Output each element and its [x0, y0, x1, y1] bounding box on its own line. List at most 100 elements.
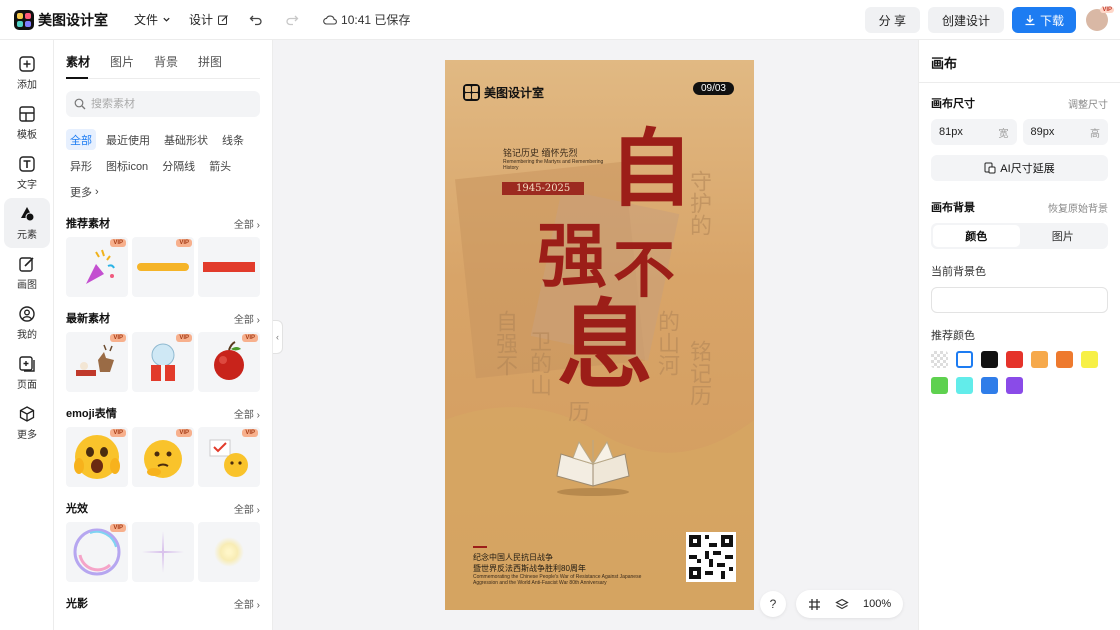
- current-bg-swatch[interactable]: [931, 287, 1108, 313]
- nav-item-label: 画图: [17, 280, 37, 291]
- tab-collage[interactable]: 拼图: [198, 53, 222, 73]
- zoom-level[interactable]: 100%: [863, 598, 891, 610]
- color-swatch[interactable]: [1006, 351, 1023, 368]
- chip-dividers[interactable]: 分隔线: [158, 155, 199, 176]
- poster-date-badge: 09/03: [692, 82, 734, 95]
- help-button[interactable]: ?: [760, 591, 786, 617]
- nav-item-pages[interactable]: 页面: [0, 348, 54, 398]
- shapes-icon: [21, 207, 35, 222]
- create-design-button[interactable]: 创建设计: [927, 7, 1004, 33]
- color-swatch[interactable]: [956, 377, 973, 394]
- color-swatch[interactable]: [931, 351, 948, 368]
- poster-logo: 美图设计室: [463, 84, 544, 101]
- asset-thumb-snow-globe-gift[interactable]: VIP: [132, 332, 194, 392]
- nav-item-templates[interactable]: 模板: [0, 98, 54, 148]
- color-swatch[interactable]: [981, 377, 998, 394]
- panel-divider: [919, 82, 1120, 83]
- ai-resize-button[interactable]: AI尺寸延展: [931, 155, 1108, 181]
- poster-caption: 纪念中国人民抗日战争 暨世界反法西斯战争胜利80周年 Commemorating…: [473, 546, 663, 586]
- share-button[interactable]: 分 享: [864, 7, 920, 33]
- file-menu[interactable]: 文件: [134, 11, 171, 28]
- height-unit: 高: [1090, 128, 1100, 140]
- draw-icon: [19, 257, 34, 272]
- top-bar: 美图设计室 文件 设计 10:41 已保存 分 享 创建设计 下载 VIP: [0, 0, 1120, 40]
- color-swatch[interactable]: [1056, 351, 1073, 368]
- current-bg-label: 当前背景色: [931, 266, 986, 278]
- chip-all[interactable]: 全部: [66, 129, 96, 150]
- chip-arrows[interactable]: 箭头: [205, 155, 235, 176]
- tab-images[interactable]: 图片: [110, 53, 134, 73]
- nav-item-elements[interactable]: 元素: [4, 198, 50, 248]
- nav-item-draw[interactable]: 画图: [0, 248, 54, 298]
- avatar[interactable]: VIP: [1086, 7, 1114, 31]
- asset-thumb-apple[interactable]: VIP: [198, 332, 260, 392]
- asset-thumb-red-bar[interactable]: [198, 237, 260, 297]
- chip-basic-shapes[interactable]: 基础形状: [160, 129, 212, 150]
- canvas-bg-label: 画布背景: [931, 202, 975, 214]
- poster-caption-line1: 纪念中国人民抗日战争: [473, 553, 553, 562]
- section-all-link[interactable]: 全部 ›: [234, 311, 260, 326]
- chip-more-label: 更多: [70, 186, 92, 199]
- grid-icon[interactable]: [808, 598, 821, 611]
- section-all-label: 全部: [233, 219, 254, 231]
- poster-subheading-cn: 铭记历史 缅怀先烈: [503, 148, 578, 158]
- poster-canvas[interactable]: 自强不 卫的山 历 铭记历 守护的 的山河 美图设计室 09/03 铭记历史 缅…: [445, 60, 754, 610]
- asset-thumb-glow[interactable]: [198, 522, 260, 582]
- asset-thumb-checklist-emoji[interactable]: VIP: [198, 427, 260, 487]
- search-box[interactable]: [66, 91, 260, 117]
- asset-thumb-thinking-emoji[interactable]: VIP: [132, 427, 194, 487]
- color-swatch[interactable]: [1081, 351, 1098, 368]
- design-menu[interactable]: 设计: [189, 11, 229, 28]
- undo-icon[interactable]: [247, 11, 265, 29]
- asset-panel: 素材 图片 背景 拼图 全部 最近使用 基础形状 线条 异形 图标icon 分隔…: [54, 40, 273, 630]
- bg-type-image[interactable]: 图片: [1020, 225, 1107, 247]
- asset-thumb-bubble[interactable]: VIP: [66, 522, 128, 582]
- asset-thumb-party-popper[interactable]: VIP: [66, 237, 128, 297]
- download-button[interactable]: 下载: [1011, 7, 1076, 33]
- tab-materials[interactable]: 素材: [66, 53, 90, 79]
- chevron-left-icon: ‹: [276, 332, 279, 342]
- asset-thumb-reindeer-sleigh[interactable]: VIP: [66, 332, 128, 392]
- section-title: 最新素材: [66, 313, 110, 325]
- bg-type-color[interactable]: 颜色: [933, 225, 1020, 247]
- section-all-link[interactable]: 全部 ›: [234, 501, 260, 516]
- restore-bg-link[interactable]: 恢复原始背景: [1048, 200, 1108, 215]
- width-field[interactable]: 81px 宽: [931, 119, 1017, 145]
- asset-thumb-sparkle[interactable]: [132, 522, 194, 582]
- section-all-link[interactable]: 全部 ›: [234, 406, 260, 421]
- nav-item-add[interactable]: 添加: [0, 48, 54, 98]
- redo-icon[interactable]: [283, 11, 301, 29]
- ghost-text-column: 卫的山: [526, 330, 551, 396]
- color-swatch[interactable]: [981, 351, 998, 368]
- chip-more[interactable]: 更多 ›: [66, 181, 103, 202]
- app-logo[interactable]: 美图设计室: [14, 9, 108, 30]
- section-all-link[interactable]: 全部 ›: [234, 216, 260, 231]
- color-swatch[interactable]: [931, 377, 948, 394]
- asset-thumb-yellow-stroke[interactable]: VIP: [132, 237, 194, 297]
- tab-backgrounds[interactable]: 背景: [154, 53, 178, 73]
- chip-lines[interactable]: 线条: [218, 129, 248, 150]
- nav-item-label: 元素: [17, 230, 37, 241]
- chip-icons[interactable]: 图标icon: [102, 155, 152, 176]
- color-swatch[interactable]: [1031, 351, 1048, 368]
- app-name: 美图设计室: [38, 11, 108, 28]
- chip-recent[interactable]: 最近使用: [102, 129, 154, 150]
- chip-irregular[interactable]: 异形: [66, 155, 96, 176]
- height-field[interactable]: 89px 高: [1022, 119, 1108, 145]
- layers-icon[interactable]: [835, 598, 849, 611]
- color-swatch[interactable]: [956, 351, 973, 368]
- canvas-toolbar: ? 100%: [760, 590, 904, 618]
- asset-thumb-shocked-emoji[interactable]: VIP: [66, 427, 128, 487]
- section-emoji: emoji表情 全部 › VIP VIP VIP: [66, 404, 260, 487]
- panel-collapse-handle[interactable]: ‹: [273, 320, 283, 354]
- adjust-size-link[interactable]: 调整尺寸: [1068, 96, 1108, 111]
- search-icon: [74, 98, 86, 110]
- vip-badge: VIP: [176, 334, 192, 342]
- nav-item-more[interactable]: 更多: [0, 398, 54, 448]
- save-status-text: 10:41 已保存: [341, 13, 411, 27]
- nav-item-mine[interactable]: 我的: [0, 298, 54, 348]
- search-input[interactable]: [91, 98, 241, 110]
- color-swatch[interactable]: [1006, 377, 1023, 394]
- nav-item-text[interactable]: 文字: [0, 148, 54, 198]
- section-all-link[interactable]: 全部 ›: [234, 596, 260, 611]
